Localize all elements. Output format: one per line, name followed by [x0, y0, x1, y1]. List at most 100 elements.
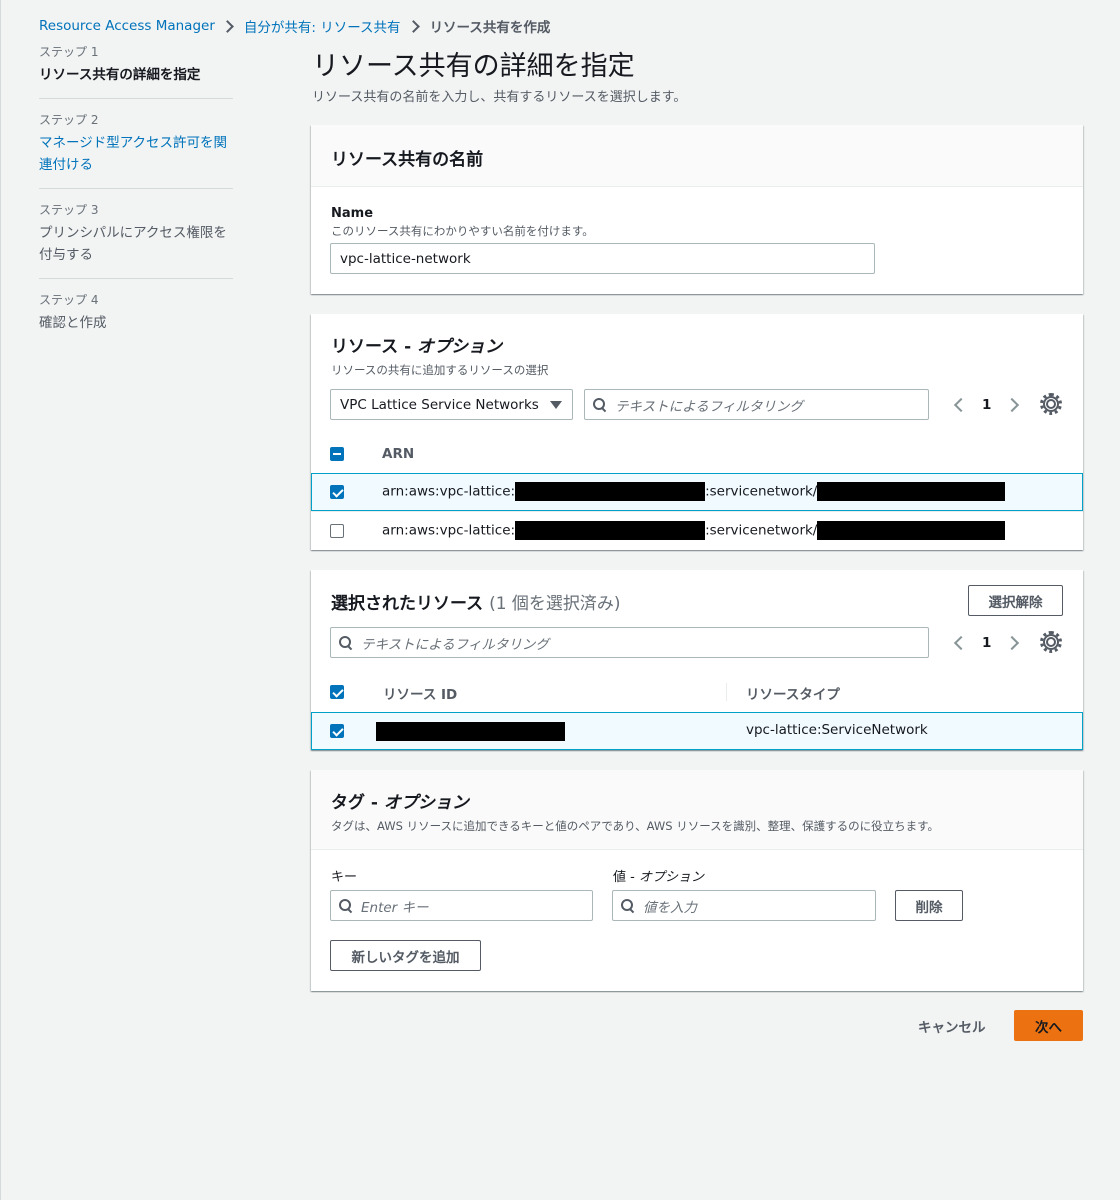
step-1: ステップ 1 リソース共有の詳細を指定 [39, 43, 233, 99]
row-checkbox[interactable] [330, 485, 344, 499]
arn-mid: :servicenetwork/ [705, 483, 818, 500]
settings-gear-icon[interactable] [1040, 631, 1062, 653]
wizard-steps: ステップ 1 リソース共有の詳細を指定 ステップ 2 マネージド型アクセス許可を… [39, 43, 233, 358]
chevron-left-icon[interactable] [953, 397, 969, 412]
resources-container: リソース - オプション リソースの共有に追加するリソースの選択 VPC Lat… [311, 314, 1083, 550]
filter-placeholder: テキストによるフィルタリング [361, 636, 549, 653]
title-main: 選択されたリソース [331, 594, 484, 614]
arn-prefix: arn:aws:vpc-lattice: [382, 522, 516, 539]
deselect-button[interactable]: 選択解除 [968, 585, 1063, 616]
pagination: 1 [953, 389, 1020, 420]
select-value: VPC Lattice Service Networks [340, 396, 539, 413]
selected-filter-input[interactable]: テキストによるフィルタリング [330, 627, 929, 658]
chevron-right-icon [406, 19, 420, 33]
chevron-right-icon [221, 19, 234, 33]
arn-cell: arn:aws:vpc-lattice: :servicenetwork/ [382, 482, 1006, 501]
redacted-block [817, 482, 1006, 501]
container-title: タグ - オプション [331, 788, 1063, 813]
chevron-left-icon[interactable] [953, 635, 969, 650]
step-number: ステップ 4 [39, 293, 99, 307]
column-header-arn: ARN [382, 446, 415, 462]
label-main: 値 - [613, 870, 639, 885]
tag-value-input[interactable]: 値を入力 [612, 890, 876, 921]
pagination: 1 [953, 627, 1020, 658]
container-title: リソース - オプション [331, 332, 548, 357]
delete-tag-button[interactable]: 削除 [895, 890, 963, 921]
title-optional: オプション [417, 337, 503, 357]
step-title: リソース共有の詳細を指定 [39, 67, 201, 83]
container-header: タグ - オプション タグは、AWS リソースに追加できるキーと値のペアであり、… [311, 770, 1083, 850]
chevron-right-icon[interactable] [1005, 397, 1020, 412]
selected-count: (1 個を選択済み) [489, 594, 621, 614]
arn-mid: :servicenetwork/ [705, 522, 818, 539]
table-row[interactable]: arn:aws:vpc-lattice: :servicenetwork/ [311, 473, 1083, 511]
row-checkbox[interactable] [330, 524, 344, 538]
name-container: リソース共有の名前 Name このリソース共有にわかりやすい名前を付けます。 v… [311, 125, 1083, 294]
title-main: リソース - [331, 337, 418, 357]
value-label: 値 - オプション [613, 866, 704, 885]
redacted-block [515, 521, 706, 540]
next-button[interactable]: 次へ [1014, 1010, 1083, 1041]
step-number: ステップ 3 [39, 203, 99, 217]
page-title: リソース共有の詳細を指定 [312, 51, 635, 82]
table-row[interactable]: vpc-lattice:ServiceNetwork [311, 712, 1083, 750]
step-title: プリンシパルにアクセス権限を付与する [39, 225, 227, 263]
cancel-button[interactable]: キャンセル [918, 1016, 986, 1036]
resource-filter-input[interactable]: テキストによるフィルタリング [584, 389, 929, 420]
container-title: リソース共有の名前 [331, 150, 484, 170]
tag-key-input[interactable]: Enter キー [330, 890, 593, 921]
search-icon [621, 898, 635, 913]
search-icon [593, 397, 607, 412]
tags-container: タグ - オプション タグは、AWS リソースに追加できるキーと値のペアであり、… [311, 770, 1083, 991]
arn-cell: arn:aws:vpc-lattice: :servicenetwork/ [382, 521, 1006, 540]
resource-type-select[interactable]: VPC Lattice Service Networks [330, 389, 573, 420]
row-checkbox[interactable] [330, 724, 344, 738]
add-tag-button[interactable]: 新しいタグを追加 [330, 940, 481, 971]
search-icon [339, 898, 353, 913]
title-main: タグ - [331, 793, 384, 813]
step-4: ステップ 4 確認と作成 [39, 291, 233, 346]
step-title: 確認と作成 [39, 315, 107, 331]
step-number: ステップ 1 [39, 45, 99, 59]
page-number[interactable]: 1 [982, 397, 991, 413]
title-optional: オプション [383, 793, 469, 813]
select-all-checkbox[interactable] [330, 447, 344, 461]
table-row[interactable]: arn:aws:vpc-lattice: :servicenetwork/ [311, 511, 1083, 549]
value-placeholder: 値を入力 [643, 899, 697, 916]
select-all-checkbox[interactable] [330, 685, 344, 699]
redacted-block [817, 521, 1006, 540]
field-description: このリソース共有にわかりやすい名前を付けます。 [331, 224, 594, 238]
label-optional: オプション [638, 870, 704, 885]
step-2-link[interactable]: マネージド型アクセス許可を関連付ける [39, 132, 233, 176]
breadcrumb-current: リソース共有を作成 [429, 20, 551, 36]
field-label: Name [331, 206, 374, 221]
name-input[interactable]: vpc-lattice-network [330, 243, 875, 274]
arn-prefix: arn:aws:vpc-lattice: [382, 483, 516, 500]
key-placeholder: Enter キー [361, 899, 429, 916]
container-subtitle: タグは、AWS リソースに追加できるキーと値のペアであり、AWS リソースを識別… [331, 819, 940, 833]
container-subtitle: リソースの共有に追加するリソースの選択 [331, 363, 549, 377]
breadcrumb-shared-by-me[interactable]: 自分が共有: リソース共有 [244, 16, 401, 36]
column-header-resource-type: リソースタイプ [746, 687, 840, 703]
filter-placeholder: テキストによるフィルタリング [615, 398, 803, 415]
resource-type-cell: vpc-lattice:ServiceNetwork [746, 722, 928, 738]
page-number[interactable]: 1 [982, 635, 991, 651]
key-label: キー [331, 870, 358, 885]
settings-gear-icon[interactable] [1040, 393, 1062, 415]
column-header-resource-id: リソース ID [383, 687, 458, 703]
redacted-block [515, 482, 706, 501]
step-number: ステップ 2 [39, 113, 99, 127]
name-field: Name このリソース共有にわかりやすい名前を付けます。 [331, 206, 594, 239]
step-2: ステップ 2 マネージド型アクセス許可を関連付ける [39, 111, 233, 189]
container-header: リソース - オプション リソースの共有に追加するリソースの選択 [331, 332, 548, 378]
breadcrumb: Resource Access Manager 自分が共有: リソース共有 リソ… [39, 15, 550, 37]
container-header: リソース共有の名前 [311, 125, 1083, 187]
redacted-block [376, 722, 565, 741]
chevron-right-icon[interactable] [1005, 635, 1020, 650]
search-icon [339, 635, 353, 650]
caret-down-icon [550, 401, 562, 409]
breadcrumb-ram[interactable]: Resource Access Manager [39, 18, 215, 34]
column-divider [726, 683, 727, 701]
selected-resources-container: 選択されたリソース (1 個を選択済み) 選択解除 テキストによるフィルタリング… [311, 570, 1083, 750]
step-3: ステップ 3 プリンシパルにアクセス権限を付与する [39, 201, 233, 279]
